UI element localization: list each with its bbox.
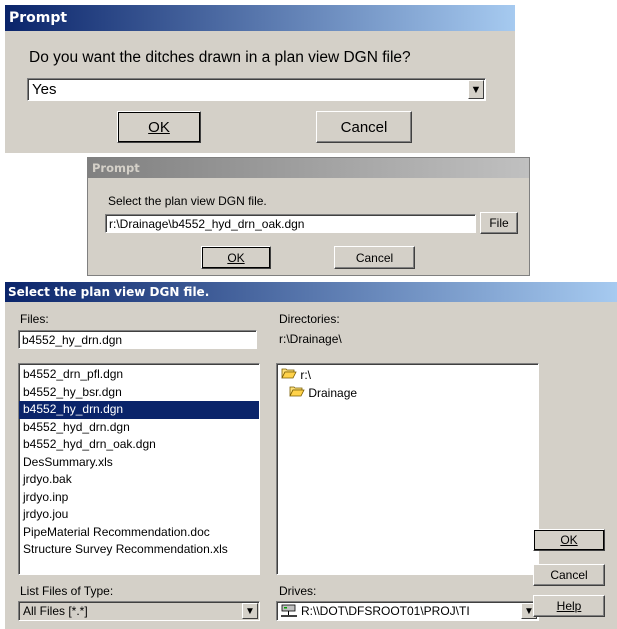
cancel-button[interactable]: Cancel xyxy=(334,246,415,269)
cancel-button[interactable]: Cancel xyxy=(533,564,605,586)
ok-button-label: OK xyxy=(560,533,578,547)
list-type-label: List Files of Type: xyxy=(20,584,113,598)
file-list-item[interactable]: b4552_drn_pfl.dgn xyxy=(19,366,259,384)
dialog-title: Select the plan view DGN file. xyxy=(8,285,210,299)
network-drive-icon xyxy=(280,604,298,620)
directory-item-label: Drainage xyxy=(308,385,358,400)
files-label: Files: xyxy=(20,312,49,326)
filename-input[interactable]: b4552_hy_drn.dgn xyxy=(18,330,257,349)
filename-value: b4552_hy_drn.dgn xyxy=(22,333,123,347)
directory-item-label: r:\ xyxy=(300,368,312,382)
directory-item-root[interactable]: r:\ xyxy=(277,367,538,385)
drives-label-text: Drives: xyxy=(279,584,317,598)
ok-button[interactable]: OK xyxy=(533,529,605,551)
file-type-value: All Files [*.*] xyxy=(23,604,88,618)
folder-open-icon xyxy=(289,385,305,403)
chevron-down-icon: ▼ xyxy=(470,83,482,96)
directories-listbox[interactable]: r:\ Drainage xyxy=(276,363,539,575)
file-type-dropdown[interactable]: All Files [*.*] ▼ xyxy=(18,601,260,621)
directories-label: Directories: xyxy=(279,312,340,326)
drives-dropdown[interactable]: R:\\DOT\DFSROOT01\PROJ\TI ▼ xyxy=(276,601,539,621)
dialog-title: Prompt xyxy=(92,161,140,175)
title-bar: Prompt xyxy=(88,158,529,178)
drive-value: R:\\DOT\DFSROOT01\PROJ\TI xyxy=(301,604,470,618)
title-bar: Prompt xyxy=(5,5,515,31)
help-button-label: Help xyxy=(556,599,582,613)
drives-label: Drives: xyxy=(279,584,316,598)
directory-item-drainage[interactable]: Drainage xyxy=(277,385,538,403)
prompt-dialog-ditches: Prompt Do you want the ditches drawn in … xyxy=(5,5,515,153)
dropdown-value: Yes xyxy=(32,81,57,98)
dialog-title: Prompt xyxy=(9,10,68,26)
select-file-dialog: Select the plan view DGN file. Files: b4… xyxy=(5,282,617,629)
ok-button-label: OK xyxy=(227,250,245,265)
files-listbox[interactable]: b4552_drn_pfl.dgn b4552_hy_bsr.dgn b4552_h… xyxy=(18,363,260,575)
file-list-item[interactable]: jrdyo.bak xyxy=(19,471,259,489)
current-directory-text: r:\Drainage\ xyxy=(279,332,342,346)
ok-button[interactable]: OK xyxy=(117,111,201,143)
files-label-text: Files: xyxy=(20,312,49,326)
file-list-item[interactable]: Structure Survey Recommendation.xls xyxy=(19,541,259,559)
file-list-item[interactable]: jrdyo.jou xyxy=(19,506,259,524)
file-list-item[interactable]: b4552_hyd_drn.dgn xyxy=(19,419,259,437)
file-list-item[interactable]: jrdyo.inp xyxy=(19,489,259,507)
file-button-label: File xyxy=(489,216,509,230)
ok-button[interactable]: OK xyxy=(201,246,271,269)
title-bar: Select the plan view DGN file. xyxy=(5,282,617,302)
cancel-button[interactable]: Cancel xyxy=(316,111,412,143)
dgn-path-input[interactable]: r:\Drainage\b4552_hyd_drn_oak.dgn xyxy=(105,214,476,233)
path-value: r:\Drainage\b4552_hyd_drn_oak.dgn xyxy=(109,217,305,231)
file-list-item[interactable]: b4552_hy_bsr.dgn xyxy=(19,384,259,402)
cancel-button-label: Cancel xyxy=(550,568,588,582)
file-list-item[interactable]: b4552_hyd_drn_oak.dgn xyxy=(19,436,259,454)
file-list-item[interactable]: PipeMaterial Recommendation.doc xyxy=(19,524,259,542)
prompt-dialog-plan-view: Prompt Select the plan view DGN file. r:… xyxy=(87,157,530,276)
file-browse-button[interactable]: File xyxy=(480,212,518,234)
cancel-button-label: Cancel xyxy=(340,118,388,136)
file-list-item[interactable]: b4552_hy_drn.dgn xyxy=(19,401,259,419)
help-button[interactable]: Help xyxy=(533,595,605,617)
list-type-label-text: List Files of Type: xyxy=(20,584,114,598)
question-label: Do you want the ditches drawn in a plan … xyxy=(29,49,411,66)
chevron-down-icon: ▼ xyxy=(245,605,255,617)
dropdown-arrow-button[interactable]: ▼ xyxy=(468,80,484,99)
ok-button-label: OK xyxy=(148,118,170,136)
file-list-item[interactable]: DesSummary.xls xyxy=(19,454,259,472)
yes-no-dropdown[interactable]: Yes ▼ xyxy=(27,78,486,101)
instruction-label: Select the plan view DGN file. xyxy=(108,194,267,208)
cancel-button-label: Cancel xyxy=(355,250,394,265)
folder-open-icon xyxy=(281,367,297,385)
dropdown-arrow-button[interactable]: ▼ xyxy=(242,603,258,619)
